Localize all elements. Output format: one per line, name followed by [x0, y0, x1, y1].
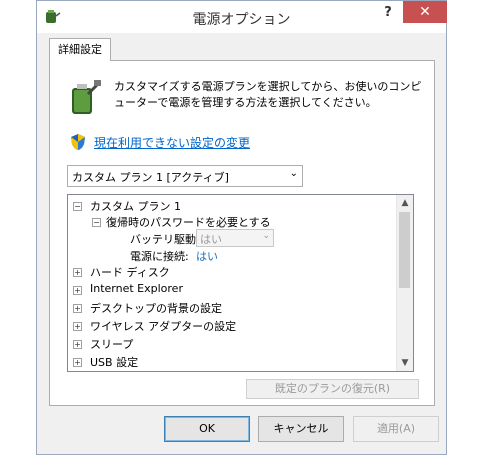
restore-plan-defaults-button[interactable]: 既定のプランの復元(R) [246, 379, 419, 399]
tree-scrollbar[interactable]: ▲ ▼ [396, 195, 413, 371]
expand-icon[interactable]: + [73, 304, 82, 313]
cancel-button[interactable]: キャンセル [258, 416, 344, 442]
battery-plug-icon [72, 80, 101, 114]
collapse-icon[interactable]: − [73, 202, 82, 211]
tree-item-sleep[interactable]: スリープ [90, 336, 133, 352]
tree-item-wake-password[interactable]: 復帰時のパスワードを必要とする [106, 214, 271, 230]
tree-item-hard-disk[interactable]: ハード ディスク [90, 264, 170, 280]
expand-icon[interactable]: + [73, 322, 82, 331]
chevron-down-icon: ⌄ [289, 168, 298, 179]
tree-item-internet-explorer[interactable]: Internet Explorer [90, 282, 183, 295]
help-button[interactable]: ? [381, 5, 395, 23]
power-plan-select[interactable]: カスタム プラン 1 [アクティブ] ⌄ [67, 165, 303, 187]
expand-icon[interactable]: + [73, 268, 82, 277]
expand-icon[interactable]: + [73, 286, 82, 295]
scroll-down-arrow-icon[interactable]: ▼ [397, 355, 413, 371]
close-button[interactable]: ✕ [403, 1, 447, 23]
expand-icon[interactable]: + [73, 340, 82, 349]
scrollbar-thumb[interactable] [399, 212, 410, 288]
battery-setting-label: バッテリ駆動: [130, 233, 200, 246]
plugged-in-setting-label: 電源に接続: [130, 250, 189, 263]
description-text: カスタマイズする電源プランを選択してから、お使いのコンピューターで電源を管理する… [114, 80, 422, 109]
ok-button[interactable]: OK [164, 416, 250, 442]
battery-setting-value: はい [200, 233, 222, 246]
expand-icon[interactable]: + [73, 358, 82, 367]
plugged-in-setting-value[interactable]: はい [196, 248, 218, 264]
tree-item-custom-plan[interactable]: カスタム プラン 1 [90, 198, 181, 214]
chevron-down-icon: ⌄ [262, 231, 270, 241]
settings-panel: カスタマイズする電源プランを選択してから、お使いのコンピューターで電源を管理する… [49, 60, 435, 406]
scroll-up-arrow-icon[interactable]: ▲ [397, 195, 413, 211]
tree-item-wireless-adapter[interactable]: ワイヤレス アダプターの設定 [90, 318, 236, 334]
uac-shield-icon [71, 134, 85, 150]
power-plan-select-value: カスタム プラン 1 [アクティブ] [72, 171, 229, 184]
power-options-dialog: 電源オプション ? ✕ 詳細設定 カスタマイズする電源プランを選択してから、お使… [36, 0, 447, 455]
battery-setting-select: はい ⌄ [196, 229, 274, 247]
title-bar: 電源オプション ? ✕ [37, 1, 447, 33]
collapse-icon[interactable]: − [92, 218, 101, 227]
tab-advanced-settings[interactable]: 詳細設定 [49, 38, 111, 61]
change-unavailable-settings-link[interactable]: 現在利用できない設定の変更 [94, 134, 250, 151]
tree-item-usb-settings[interactable]: USB 設定 [90, 354, 138, 370]
apply-button[interactable]: 適用(A) [353, 416, 439, 442]
settings-tree[interactable]: − カスタム プラン 1 − 復帰時のパスワードを必要とする バッテリ駆動: は… [67, 194, 414, 372]
tree-item-desktop-background[interactable]: デスクトップの背景の設定 [90, 300, 222, 316]
